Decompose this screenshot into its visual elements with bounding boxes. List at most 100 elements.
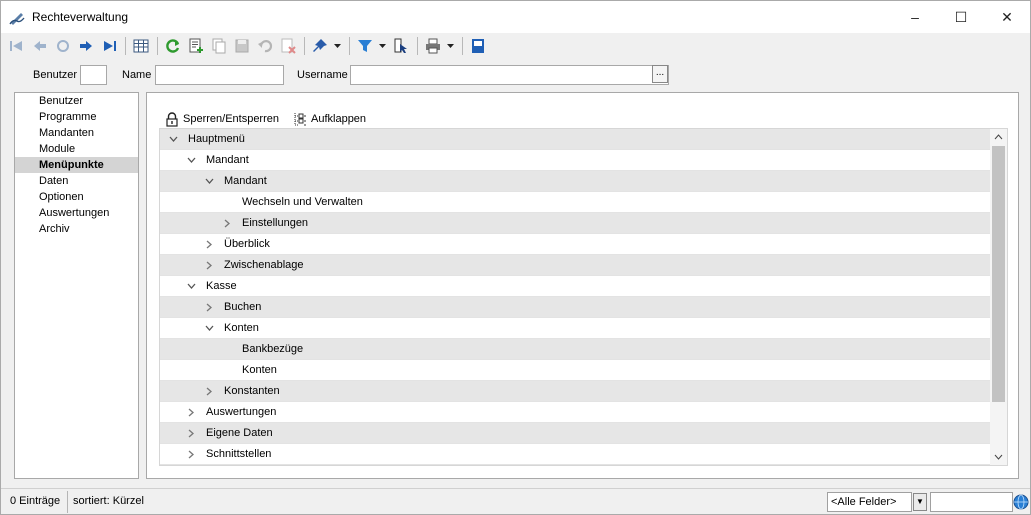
tree-row-label: Überblick <box>224 238 270 250</box>
nav-item-optionen[interactable]: Optionen <box>15 189 138 205</box>
nav-item-auswertungen[interactable]: Auswertungen <box>15 205 138 221</box>
chevron-right-icon[interactable] <box>202 234 216 254</box>
chevron-right-icon[interactable] <box>184 444 198 464</box>
tree-row[interactable]: Wechseln und Verwalten <box>160 192 991 213</box>
filter-dropdown-icon[interactable] <box>377 36 387 56</box>
tree-row-label: Auswertungen <box>206 406 277 418</box>
tree-row-label: Einstellungen <box>242 217 309 229</box>
nav-item-daten[interactable]: Daten <box>15 173 138 189</box>
chevron-down-icon[interactable] <box>202 171 216 191</box>
username-label: Username <box>297 69 348 81</box>
maximize-button[interactable]: ☐ <box>938 1 984 33</box>
delete-icon[interactable] <box>277 36 298 56</box>
field-select[interactable]: <Alle Felder> <box>827 492 912 512</box>
search-globe-icon[interactable] <box>1013 494 1029 510</box>
chevron-down-icon[interactable] <box>202 318 216 338</box>
toolbar-separator <box>349 37 350 55</box>
tree-row[interactable]: Zwischenablage <box>160 255 991 276</box>
tree-row-label: Zwischenablage <box>224 259 304 271</box>
filter-icon[interactable] <box>354 36 375 56</box>
close-button[interactable]: ✕ <box>984 1 1030 33</box>
chevron-right-icon[interactable] <box>184 423 198 443</box>
nav-item-benutzer[interactable]: Benutzer <box>15 93 138 109</box>
field-select-dropdown-icon[interactable]: ▼ <box>913 493 927 511</box>
chevron-down-icon[interactable] <box>166 129 180 149</box>
save-icon[interactable] <box>231 36 252 56</box>
next-record-icon[interactable] <box>75 36 96 56</box>
tree-row-label: Konten <box>242 364 277 376</box>
benutzer-input[interactable] <box>80 65 107 85</box>
status-bar: 0 Einträge sortiert: Kürzel <Alle Felder… <box>1 488 1030 514</box>
chevron-right-icon[interactable] <box>220 213 234 233</box>
tree-row[interactable]: Mandant <box>160 150 991 171</box>
quick-search-input[interactable] <box>930 492 1013 512</box>
scroll-thumb[interactable] <box>992 146 1005 402</box>
copy-record-icon[interactable] <box>208 36 229 56</box>
name-input[interactable] <box>155 65 284 85</box>
tree-rows: Hauptmenü Mandant Mandant Wechseln und Verw… <box>160 129 991 465</box>
category-nav: Benutzer Programme Mandanten Module Menü… <box>14 92 139 479</box>
benutzer-label: Benutzer <box>33 69 78 81</box>
lock-unlock-button[interactable]: Sperren/Entsperren <box>165 111 279 127</box>
chevron-down-icon[interactable] <box>184 276 198 296</box>
tree-row-label: Kasse <box>206 280 237 292</box>
scroll-down-icon[interactable] <box>990 449 1007 465</box>
last-record-icon[interactable] <box>98 36 119 56</box>
nav-item-archiv[interactable]: Archiv <box>15 221 138 237</box>
tree-row[interactable]: Konten <box>160 360 991 381</box>
first-record-icon[interactable] <box>6 36 27 56</box>
tree-row[interactable]: Bankbezüge <box>160 339 991 360</box>
filter-row: Benutzer Name Username ... <box>1 63 1030 87</box>
lock-unlock-label: Sperren/Entsperren <box>183 113 279 125</box>
nav-item-menuepunkte[interactable]: Menüpunkte <box>15 157 138 173</box>
reload-icon[interactable] <box>162 36 183 56</box>
pin-dropdown-icon[interactable] <box>332 36 342 56</box>
nav-item-programme[interactable]: Programme <box>15 109 138 125</box>
chevron-down-icon[interactable] <box>184 150 198 170</box>
minimize-button[interactable]: – <box>892 1 938 33</box>
username-input[interactable] <box>350 65 669 85</box>
tree-row[interactable]: Buchen <box>160 297 991 318</box>
toolbar <box>1 34 1030 58</box>
previous-record-icon[interactable] <box>29 36 50 56</box>
chevron-right-icon[interactable] <box>202 297 216 317</box>
tree-row-label: Mandant <box>224 175 267 187</box>
window-controls: – ☐ ✕ <box>892 1 1030 33</box>
name-label: Name <box>122 69 152 81</box>
toolbar-separator <box>157 37 158 55</box>
print-icon[interactable] <box>422 36 443 56</box>
chevron-right-icon[interactable] <box>202 255 216 275</box>
expand-all-button[interactable]: Aufklappen <box>293 112 366 127</box>
table-view-icon[interactable] <box>130 36 151 56</box>
tree-row[interactable]: Überblick <box>160 234 991 255</box>
tree-row-label: Eigene Daten <box>206 427 273 439</box>
tree-row[interactable]: Konten <box>160 318 991 339</box>
expand-all-label: Aufklappen <box>311 113 367 125</box>
chevron-right-icon[interactable] <box>184 402 198 422</box>
tree-scrollbar[interactable] <box>990 129 1007 465</box>
scroll-up-icon[interactable] <box>990 129 1007 145</box>
tree-row[interactable]: Einstellungen <box>160 213 991 234</box>
chevron-right-icon[interactable] <box>202 381 216 401</box>
tree-row[interactable]: Kasse <box>160 276 991 297</box>
tree-row[interactable]: Mandant <box>160 171 991 192</box>
nav-item-module[interactable]: Module <box>15 141 138 157</box>
tree-row[interactable]: Hauptmenü <box>160 129 991 150</box>
window-title: Rechteverwaltung <box>32 10 129 24</box>
tree-row-label: Konten <box>224 322 259 334</box>
refresh-record-icon[interactable] <box>52 36 73 56</box>
tree-row-label: Wechseln und Verwalten <box>242 196 363 208</box>
pin-icon[interactable] <box>309 36 330 56</box>
export-icon[interactable] <box>467 36 488 56</box>
tree-row-label: Konstanten <box>224 385 280 397</box>
undo-icon[interactable] <box>254 36 275 56</box>
tree-row[interactable]: Schnittstellen <box>160 444 991 465</box>
column-select-icon[interactable] <box>390 36 411 56</box>
nav-item-mandanten[interactable]: Mandanten <box>15 125 138 141</box>
tree-row[interactable]: Auswertungen <box>160 402 991 423</box>
new-record-icon[interactable] <box>185 36 206 56</box>
tree-row[interactable]: Eigene Daten <box>160 423 991 444</box>
username-lookup-button[interactable]: ... <box>652 65 668 83</box>
print-dropdown-icon[interactable] <box>445 36 455 56</box>
tree-row[interactable]: Konstanten <box>160 381 991 402</box>
